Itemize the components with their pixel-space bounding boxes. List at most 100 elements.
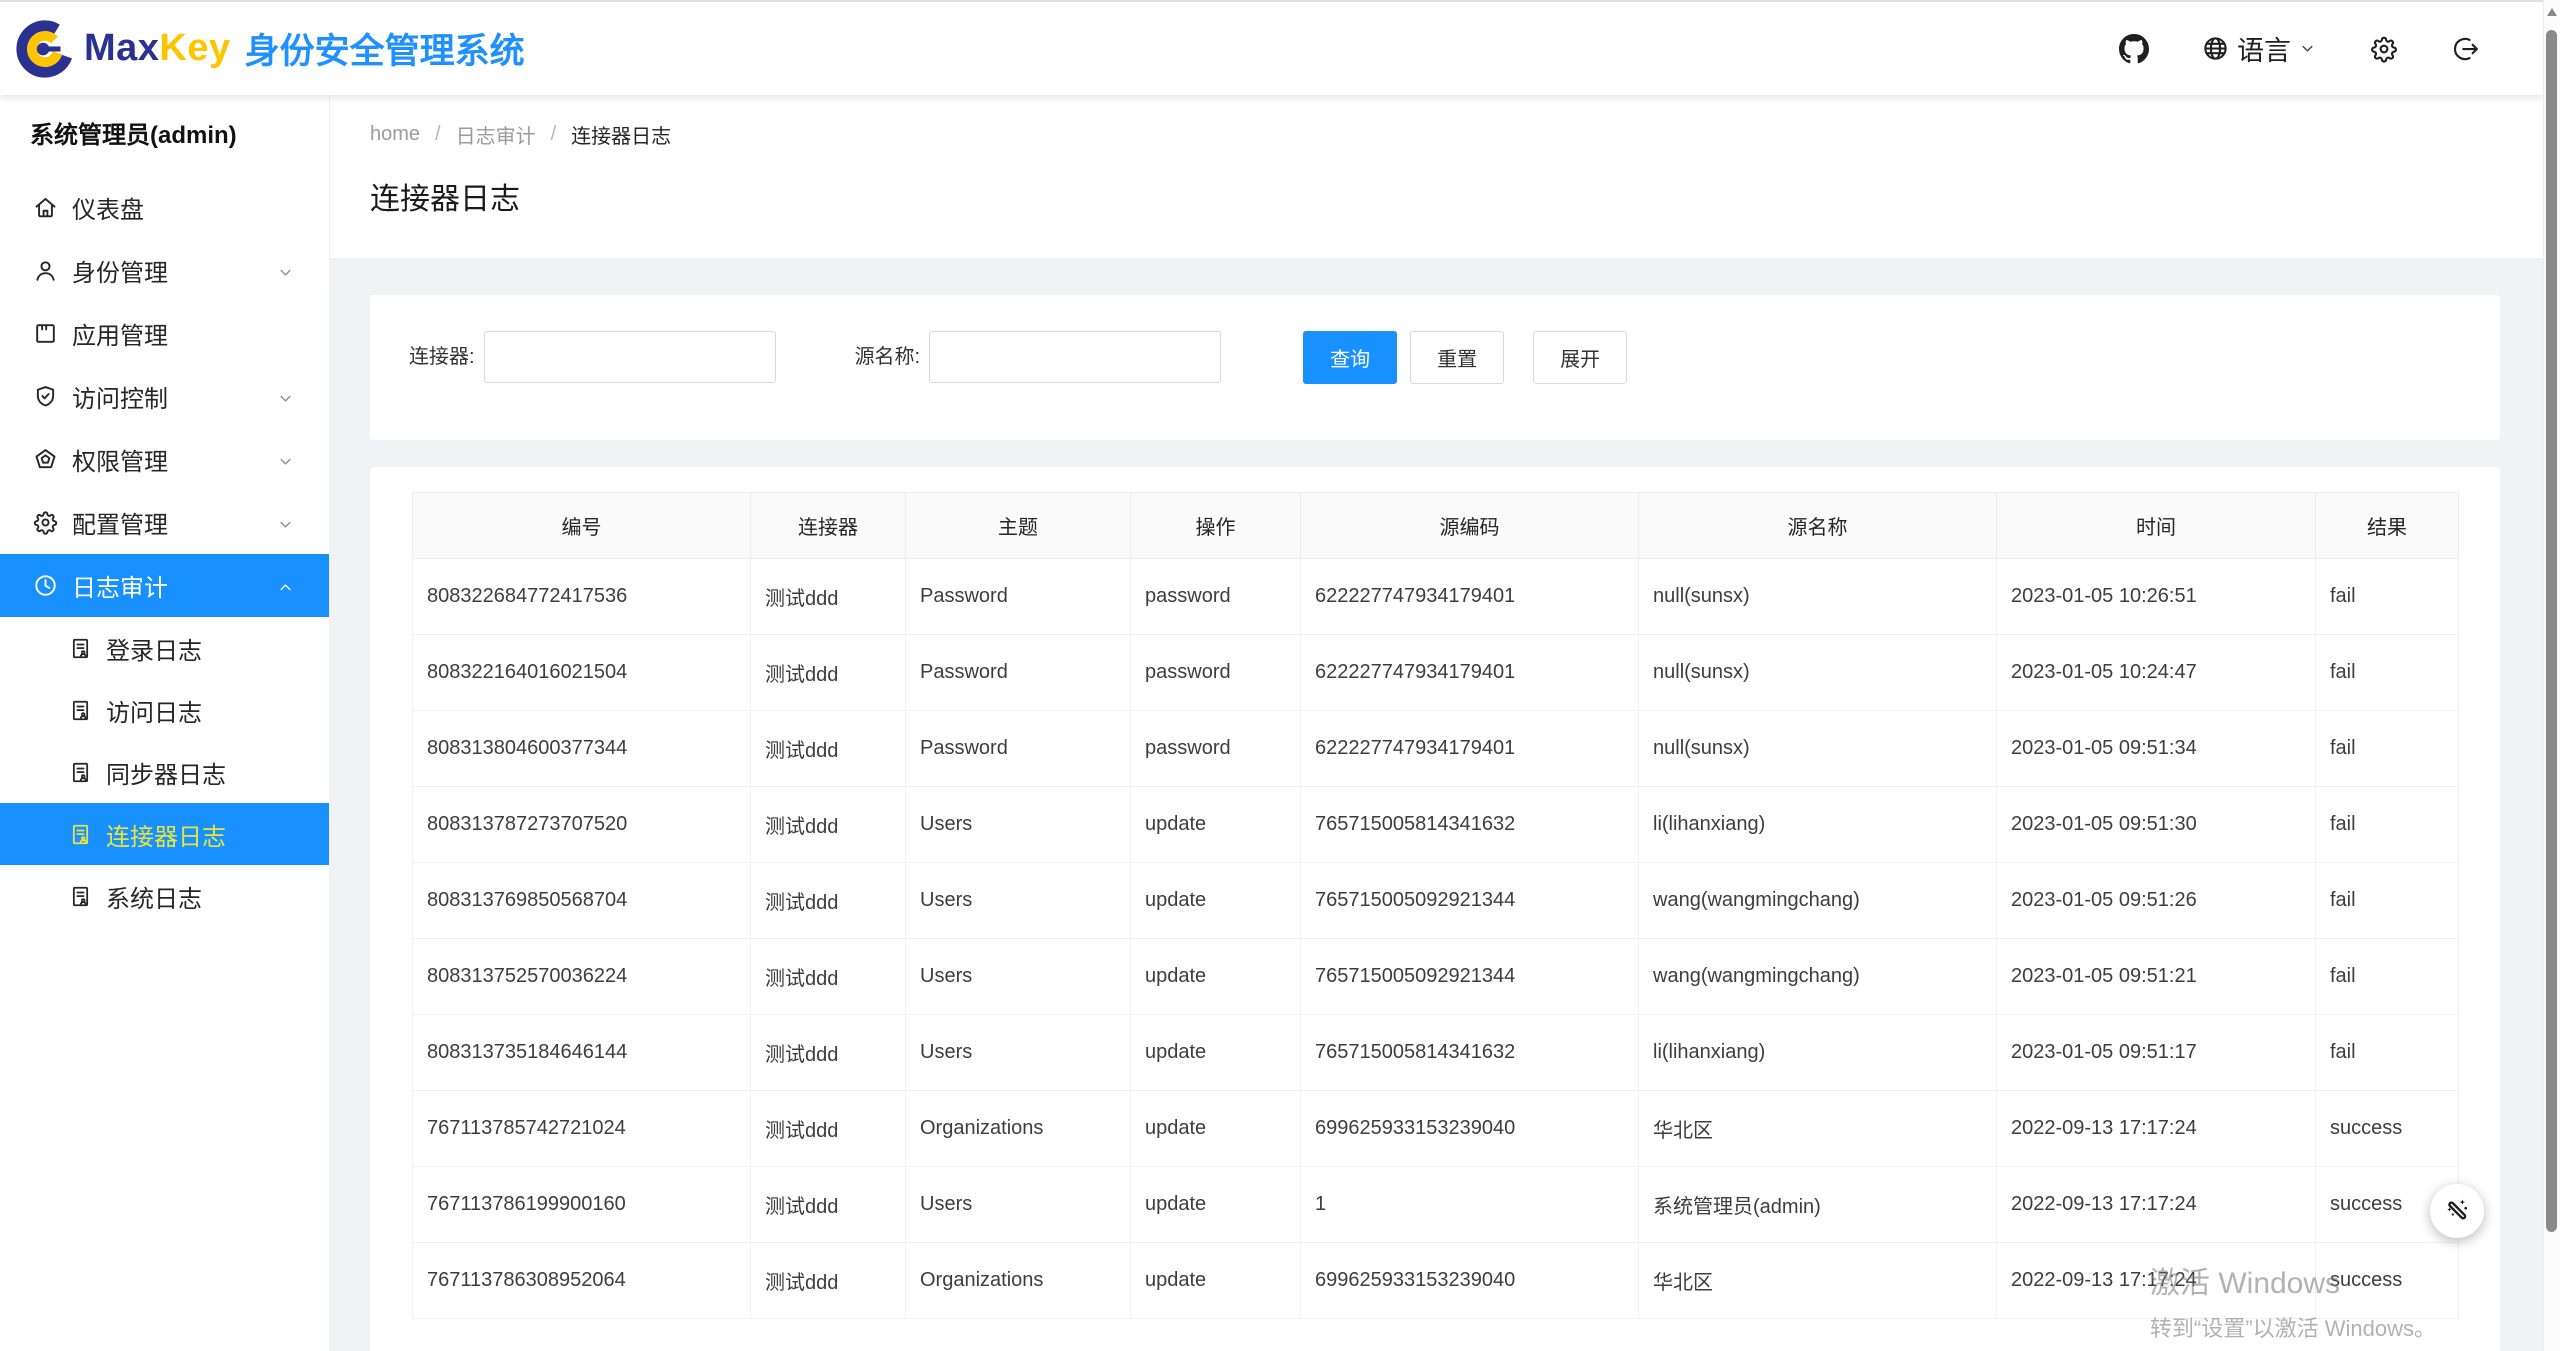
sidebar-subitem-sync-log[interactable]: 同步器日志 [0, 741, 329, 803]
table-cell: Password [906, 635, 1131, 711]
table-row[interactable]: 808322164016021504测试dddPasswordpassword6… [413, 635, 2459, 711]
github-icon[interactable] [2119, 34, 2149, 64]
sidebar-item-label: 身份管理 [72, 253, 168, 288]
table-cell: 767113786308952064 [413, 1243, 751, 1319]
magic-wand-floating-button[interactable] [2430, 1184, 2484, 1238]
table-cell: wang(wangmingchang) [1639, 939, 1997, 1015]
brand-subtitle: 身份安全管理系统 [245, 23, 525, 74]
table-cell: update [1131, 1167, 1301, 1243]
breadcrumb-current: 连接器日志 [571, 120, 671, 149]
brand-max: Max [84, 27, 159, 69]
table-row[interactable]: 767113786199900160测试dddUsersupdate1系统管理员… [413, 1167, 2459, 1243]
table-cell: 2022-09-13 17:17:24 [1997, 1243, 2316, 1319]
table-cell: 系统管理员(admin) [1639, 1167, 1997, 1243]
table-cell: update [1131, 863, 1301, 939]
table-cell: Organizations [906, 1091, 1131, 1167]
source-name-filter-input[interactable] [929, 331, 1221, 383]
table-cell: 808313787273707520 [413, 787, 751, 863]
breadcrumb-log-audit[interactable]: 日志审计 [456, 120, 536, 149]
sidebar-item-config[interactable]: 配置管理 [0, 491, 329, 554]
table-cell: 2023-01-05 09:51:17 [1997, 1015, 2316, 1091]
table-cell: 华北区 [1639, 1243, 1997, 1319]
language-menu[interactable]: 语言 [2201, 29, 2317, 68]
table-row[interactable]: 808313804600377344测试dddPasswordpassword6… [413, 711, 2459, 787]
table-row[interactable]: 808313787273707520测试dddUsersupdate765715… [413, 787, 2459, 863]
sidebar-subitem-login-log[interactable]: 登录日志 [0, 617, 329, 679]
table-cell: 622227747934179401 [1301, 635, 1639, 711]
log-icon [68, 698, 93, 723]
table-cell: Users [906, 1015, 1131, 1091]
page-scrollbar[interactable] [2543, 0, 2560, 1351]
table-row[interactable]: 767113785742721024测试dddOrganizationsupda… [413, 1091, 2459, 1167]
table-cell: li(lihanxiang) [1639, 787, 1997, 863]
source-name-filter-label: 源名称: [855, 331, 921, 383]
scrollbar-up-arrow-icon[interactable] [2547, 8, 2557, 16]
table-cell: 808313804600377344 [413, 711, 751, 787]
table-cell: 767113785742721024 [413, 1091, 751, 1167]
brand-key: Key [159, 27, 230, 69]
audit-icon [32, 572, 59, 599]
globe-icon [2201, 34, 2230, 63]
breadcrumb-separator: / [551, 123, 557, 146]
identity-icon [32, 257, 59, 284]
table-cell: 2023-01-05 09:51:21 [1997, 939, 2316, 1015]
table-row[interactable]: 808313752570036224测试dddUsersupdate765715… [413, 939, 2459, 1015]
table-cell: update [1131, 787, 1301, 863]
search-button[interactable]: 查询 [1303, 331, 1397, 384]
table-cell: password [1131, 635, 1301, 711]
reset-button[interactable]: 重置 [1410, 331, 1504, 384]
sidebar-nav: 仪表盘身份管理应用管理访问控制权限管理配置管理日志审计登录日志访问日志同步器日志… [0, 176, 329, 927]
table-cell: update [1131, 939, 1301, 1015]
table-cell: fail [2316, 1015, 2459, 1091]
table-cell: null(sunsx) [1639, 635, 1997, 711]
sidebar-item-apps[interactable]: 应用管理 [0, 302, 329, 365]
dashboard-icon [32, 194, 59, 221]
table-cell: 699625933153239040 [1301, 1091, 1639, 1167]
table-cell: 1 [1301, 1167, 1639, 1243]
sidebar-subitem-system-log[interactable]: 系统日志 [0, 865, 329, 927]
table-cell: Organizations [906, 1243, 1131, 1319]
settings-gear-icon[interactable] [2369, 34, 2399, 64]
brand: MaxKey 身份安全管理系统 [0, 18, 525, 80]
expand-button[interactable]: 展开 [1533, 331, 1627, 384]
table-cell: 622227747934179401 [1301, 711, 1639, 787]
table-cell: fail [2316, 939, 2459, 1015]
sidebar-item-label: 配置管理 [72, 505, 168, 540]
sidebar-item-label: 应用管理 [72, 316, 168, 351]
breadcrumb-home[interactable]: home [370, 123, 420, 146]
scrollbar-thumb[interactable] [2546, 30, 2557, 1232]
connector-filter-label: 连接器: [409, 331, 475, 383]
table-cell: 2023-01-05 09:51:34 [1997, 711, 2316, 787]
chevron-up-icon [276, 576, 295, 595]
page-title: 连接器日志 [370, 174, 2543, 218]
table-cell: 765715005092921344 [1301, 863, 1639, 939]
table-cell: Password [906, 711, 1131, 787]
table-row[interactable]: 808322684772417536测试dddPasswordpassword6… [413, 559, 2459, 635]
sidebar-item-identity[interactable]: 身份管理 [0, 239, 329, 302]
table-cell: success [2316, 1243, 2459, 1319]
sidebar-item-access-control[interactable]: 访问控制 [0, 365, 329, 428]
table-cell: fail [2316, 711, 2459, 787]
table-row[interactable]: 808313769850568704测试dddUsersupdate765715… [413, 863, 2459, 939]
table-cell: update [1131, 1243, 1301, 1319]
logout-icon[interactable] [2451, 34, 2481, 64]
sidebar-item-log-audit[interactable]: 日志审计 [0, 554, 329, 617]
sidebar-subitem-access-log[interactable]: 访问日志 [0, 679, 329, 741]
sidebar-item-dashboard[interactable]: 仪表盘 [0, 176, 329, 239]
column-header: 源名称 [1639, 493, 1997, 559]
table-cell: 808322164016021504 [413, 635, 751, 711]
table-row[interactable]: 808313735184646144测试dddUsersupdate765715… [413, 1015, 2459, 1091]
sidebar-subitem-connector-log[interactable]: 连接器日志 [0, 803, 329, 865]
table-cell: 华北区 [1639, 1091, 1997, 1167]
connector-filter-input[interactable] [484, 331, 776, 383]
sidebar-item-permissions[interactable]: 权限管理 [0, 428, 329, 491]
table-row[interactable]: 767113786308952064测试dddOrganizationsupda… [413, 1243, 2459, 1319]
chevron-down-icon [276, 261, 295, 280]
current-user-label: 系统管理员(admin) [0, 95, 329, 176]
table-cell: 808313735184646144 [413, 1015, 751, 1091]
table-cell: null(sunsx) [1639, 711, 1997, 787]
table-cell: update [1131, 1015, 1301, 1091]
permissions-icon [32, 446, 59, 473]
config-icon [32, 509, 59, 536]
sidebar-subitem-label: 登录日志 [106, 631, 202, 666]
